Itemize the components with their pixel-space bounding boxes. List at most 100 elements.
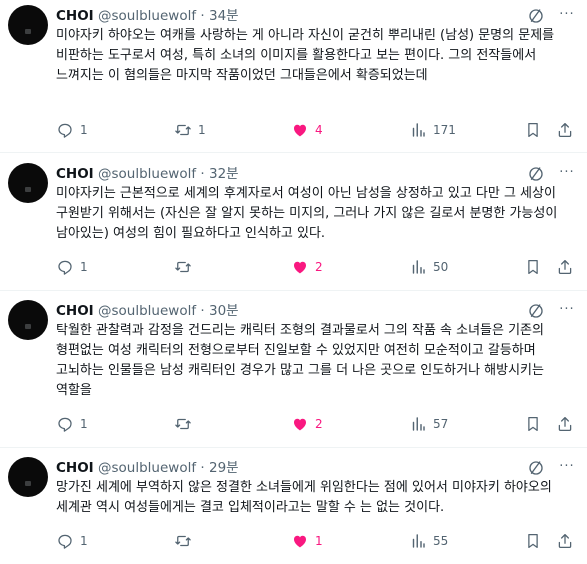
more-icon[interactable]: ··· (556, 6, 578, 26)
avatar[interactable] (8, 300, 48, 340)
share-button[interactable] (556, 530, 574, 552)
reply-count: 1 (80, 123, 88, 137)
like-button[interactable]: 2 (291, 256, 323, 278)
share-icon (558, 416, 572, 432)
grok-icon[interactable] (527, 7, 545, 25)
repost-icon (175, 418, 191, 430)
user-handle[interactable]: @soulbluewolf (98, 460, 196, 476)
tweet-text: 미야자키 하야오는 여캐를 사랑하는 게 아니라 자신이 굳건히 뿌리내린 (남… (56, 28, 555, 83)
grok-icon[interactable] (527, 459, 545, 477)
repost-button[interactable] (174, 413, 198, 435)
divider (0, 290, 587, 291)
tweet-header: CHOI @soulbluewolf · 30분 (56, 301, 239, 321)
reply-button[interactable]: 1 (56, 413, 88, 435)
views-button[interactable]: 55 (409, 530, 448, 552)
share-button[interactable] (556, 119, 574, 141)
reply-button[interactable]: 1 (56, 256, 88, 278)
grok-icon[interactable] (527, 302, 545, 320)
like-button[interactable]: 4 (291, 119, 323, 141)
bookmark-icon (528, 259, 538, 275)
tweet-actions: 1 1 55 (56, 530, 580, 552)
like-count: 1 (315, 534, 323, 548)
timestamp[interactable]: 34분 (209, 8, 239, 24)
more-icon[interactable]: ··· (556, 301, 578, 321)
reply-button[interactable]: 1 (56, 119, 88, 141)
tweet[interactable]: CHOI @soulbluewolf · 29분 ··· 망가진 세계에 부역하… (0, 452, 587, 564)
share-button[interactable] (556, 413, 574, 435)
tweet-header: CHOI @soulbluewolf · 29분 (56, 458, 239, 478)
view-count: 57 (433, 417, 449, 431)
grok-icon[interactable] (527, 165, 545, 183)
display-name[interactable]: CHOI (56, 166, 94, 182)
separator: · (200, 8, 205, 24)
repost-count: 1 (198, 123, 206, 137)
views-icon (412, 123, 425, 137)
tweet-header: CHOI @soulbluewolf · 34분 (56, 6, 239, 26)
bookmark-button[interactable] (524, 413, 542, 435)
heart-filled-icon (294, 535, 306, 548)
user-handle[interactable]: @soulbluewolf (98, 8, 196, 24)
separator: · (200, 303, 205, 319)
view-count: 55 (433, 534, 449, 548)
like-count: 2 (315, 260, 323, 274)
tweet-text: 미야자키는 근본적으로 세계의 후계자로서 여성이 아닌 남성을 상정하고 있고… (56, 186, 558, 241)
view-count: 171 (433, 123, 456, 137)
like-button[interactable]: 1 (291, 530, 323, 552)
heart-filled-icon (294, 124, 306, 137)
avatar[interactable] (8, 5, 48, 45)
separator: · (200, 460, 205, 476)
views-button[interactable]: 57 (409, 413, 448, 435)
repost-button[interactable] (174, 256, 198, 278)
views-button[interactable]: 171 (409, 119, 456, 141)
user-handle[interactable]: @soulbluewolf (98, 303, 196, 319)
repost-button[interactable] (174, 530, 198, 552)
more-icon[interactable]: ··· (556, 458, 578, 478)
tweet[interactable]: CHOI @soulbluewolf · 34분 ··· 미야자키 하야오는 여… (0, 0, 587, 152)
reply-icon (58, 260, 72, 275)
display-name[interactable]: CHOI (56, 460, 94, 476)
tweet-actions: 1 1 4 171 (56, 119, 580, 141)
views-icon (412, 534, 425, 548)
timestamp[interactable]: 29분 (209, 460, 239, 476)
timestamp[interactable]: 32분 (209, 166, 239, 182)
tweet[interactable]: CHOI @soulbluewolf · 32분 ··· 미야자키는 근본적으로… (0, 158, 587, 290)
repost-icon (175, 124, 191, 136)
avatar[interactable] (8, 457, 48, 497)
reply-count: 1 (80, 534, 88, 548)
reply-icon (58, 123, 72, 138)
avatar[interactable] (8, 163, 48, 203)
views-button[interactable]: 50 (409, 256, 448, 278)
bookmark-icon (528, 122, 538, 138)
repost-button[interactable]: 1 (174, 119, 206, 141)
tweet-header: CHOI @soulbluewolf · 32분 (56, 164, 239, 184)
display-name[interactable]: CHOI (56, 8, 94, 24)
heart-filled-icon (294, 261, 306, 274)
tweet-actions: 1 2 50 (56, 256, 580, 278)
reply-icon (58, 534, 72, 549)
more-icon[interactable]: ··· (556, 164, 578, 184)
tweet[interactable]: CHOI @soulbluewolf · 30분 ··· 탁월한 관찰력과 감정… (0, 295, 587, 447)
share-button[interactable] (556, 256, 574, 278)
separator: · (200, 166, 205, 182)
user-handle[interactable]: @soulbluewolf (98, 166, 196, 182)
view-count: 50 (433, 260, 449, 274)
divider (0, 152, 587, 153)
divider (0, 447, 587, 448)
timestamp[interactable]: 30분 (209, 303, 239, 319)
share-icon (558, 533, 572, 549)
bookmark-button[interactable] (524, 256, 542, 278)
tweet-actions: 1 2 57 (56, 413, 580, 435)
like-button[interactable]: 2 (291, 413, 323, 435)
display-name[interactable]: CHOI (56, 303, 94, 319)
views-icon (412, 417, 425, 431)
bookmark-button[interactable] (524, 119, 542, 141)
reply-icon (58, 417, 72, 432)
share-icon (558, 122, 572, 138)
bookmark-button[interactable] (524, 530, 542, 552)
heart-filled-icon (294, 418, 306, 431)
repost-icon (175, 261, 191, 273)
reply-button[interactable]: 1 (56, 530, 88, 552)
bookmark-icon (528, 416, 538, 432)
tweet-text: 탁월한 관찰력과 감정을 건드리는 캐릭터 조형의 결과물로서 그의 작품 속 … (56, 323, 544, 398)
tweet-text: 망가진 세계에 부역하지 않은 정결한 소녀들에게 위임한다는 점에 있어서 미… (56, 480, 552, 515)
